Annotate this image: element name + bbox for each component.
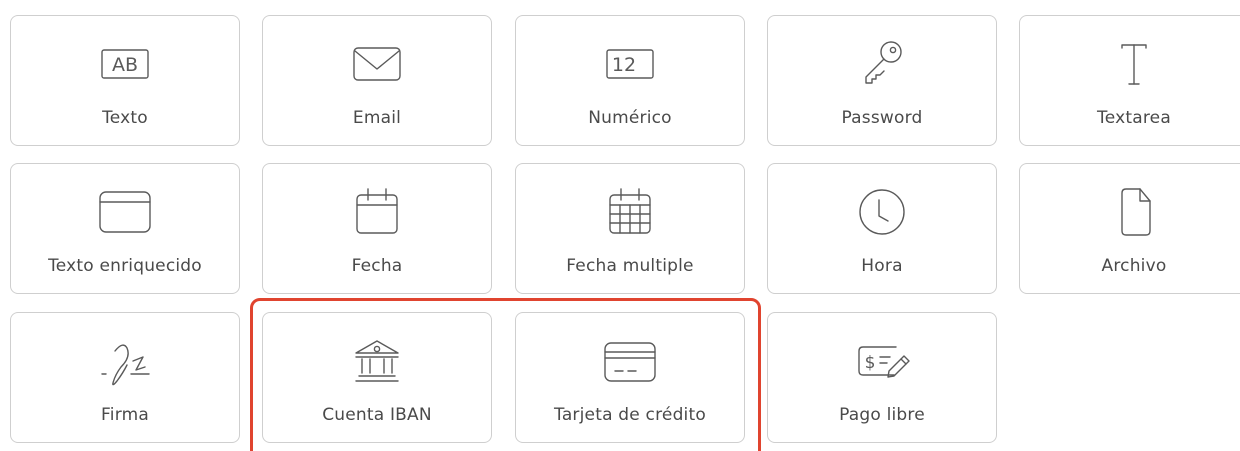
field-card-label: Password [841, 108, 923, 128]
field-card-password[interactable]: Password [767, 15, 997, 146]
field-card-tarjeta-de-credito[interactable]: Tarjeta de crédito [515, 312, 745, 443]
field-card-email[interactable]: Email [262, 15, 492, 146]
field-card-label: Archivo [1101, 256, 1167, 276]
field-card-label: Texto [102, 108, 148, 128]
field-type-grid: AB Texto Email 12 Numérico Password Text… [0, 0, 1240, 451]
svg-text:$: $ [865, 353, 876, 373]
field-card-textarea[interactable]: Textarea [1019, 15, 1240, 146]
field-card-label: Pago libre [839, 405, 925, 425]
field-card-label: Email [352, 108, 402, 128]
text-cursor-icon [1102, 38, 1166, 90]
calendar-grid-icon [598, 186, 662, 238]
field-card-label: Texto enriquecido [48, 256, 202, 276]
calendar-icon [345, 186, 409, 238]
file-icon [1102, 186, 1166, 238]
window-icon [93, 186, 157, 238]
field-card-texto[interactable]: AB Texto [10, 15, 240, 146]
field-card-label: Cuenta IBAN [322, 405, 432, 425]
payment-check-icon: $ [850, 335, 914, 387]
number-box-icon: 12 [598, 38, 662, 90]
field-card-cuenta-iban[interactable]: Cuenta IBAN [262, 312, 492, 443]
field-card-label: Numérico [588, 108, 672, 128]
ab-text-icon: AB [93, 38, 157, 90]
envelope-icon [345, 38, 409, 90]
clock-icon [850, 186, 914, 238]
signature-icon [93, 335, 157, 387]
field-card-label: Fecha multiple [566, 256, 694, 276]
svg-text:AB: AB [112, 54, 138, 76]
field-card-label: Fecha [351, 256, 403, 276]
field-card-fecha-multiple[interactable]: Fecha multiple [515, 163, 745, 294]
field-card-texto-enriquecido[interactable]: Texto enriquecido [10, 163, 240, 294]
bank-icon [345, 335, 409, 387]
field-card-pago-libre[interactable]: $ Pago libre [767, 312, 997, 443]
field-card-firma[interactable]: Firma [10, 312, 240, 443]
credit-card-icon [598, 335, 662, 387]
field-card-numerico[interactable]: 12 Numérico [515, 15, 745, 146]
svg-text:12: 12 [612, 54, 636, 76]
field-card-label: Hora [861, 256, 903, 276]
field-card-archivo[interactable]: Archivo [1019, 163, 1240, 294]
field-card-hora[interactable]: Hora [767, 163, 997, 294]
field-card-fecha[interactable]: Fecha [262, 163, 492, 294]
field-card-label: Tarjeta de crédito [554, 405, 706, 425]
key-icon [850, 38, 914, 90]
field-card-label: Firma [101, 405, 149, 425]
field-card-label: Textarea [1097, 108, 1171, 128]
